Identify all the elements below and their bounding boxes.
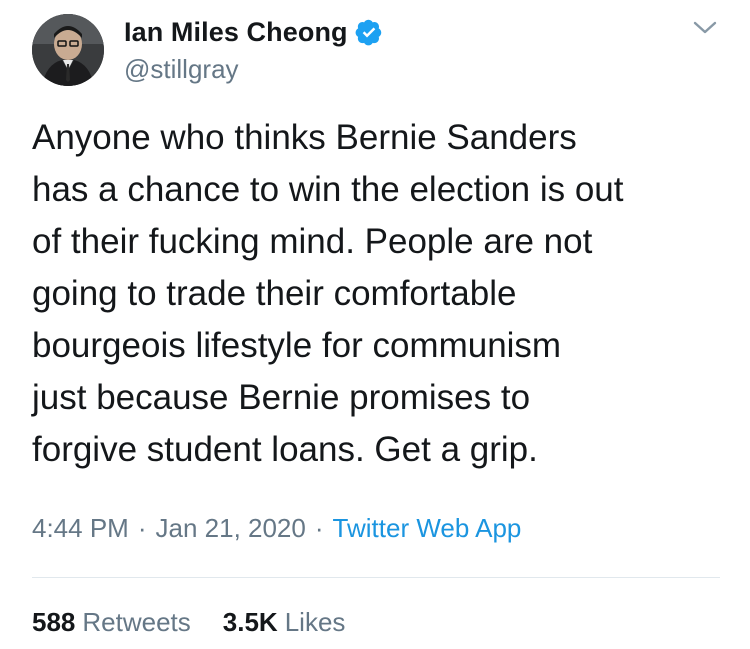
meta-separator: · <box>314 513 324 543</box>
likes-count: 3.5K <box>222 607 278 637</box>
author-name-row[interactable]: Ian Miles Cheong <box>124 14 383 50</box>
chevron-down-icon[interactable] <box>692 18 718 38</box>
display-name[interactable]: Ian Miles Cheong <box>124 17 348 48</box>
author-handle[interactable]: @stillgray <box>124 54 239 85</box>
tweet-metadata: 4:44 PM · Jan 21, 2020 · Twitter Web App <box>32 513 521 544</box>
tweet-date[interactable]: Jan 21, 2020 <box>156 513 306 543</box>
divider <box>32 577 720 578</box>
tweet-card: Ian Miles Cheong @stillgray Anyone who t… <box>0 0 750 649</box>
tweet-source-link[interactable]: Twitter Web App <box>333 513 522 543</box>
avatar[interactable] <box>32 14 104 86</box>
retweets-label: Retweets <box>82 607 191 637</box>
likes-label: Likes <box>284 607 346 637</box>
meta-separator: · <box>137 513 147 543</box>
profile-photo <box>32 14 104 86</box>
tweet-text: Anyone who thinks Bernie Sanders has a c… <box>32 118 624 469</box>
verified-badge-icon <box>355 18 383 46</box>
likes-stat[interactable]: 3.5K Likes <box>223 607 346 638</box>
tweet-time[interactable]: 4:44 PM <box>32 513 129 543</box>
retweets-count: 588 <box>32 607 76 637</box>
tweet-stats: 588 Retweets 3.5K Likes <box>32 607 345 638</box>
retweets-stat[interactable]: 588 Retweets <box>32 607 191 638</box>
